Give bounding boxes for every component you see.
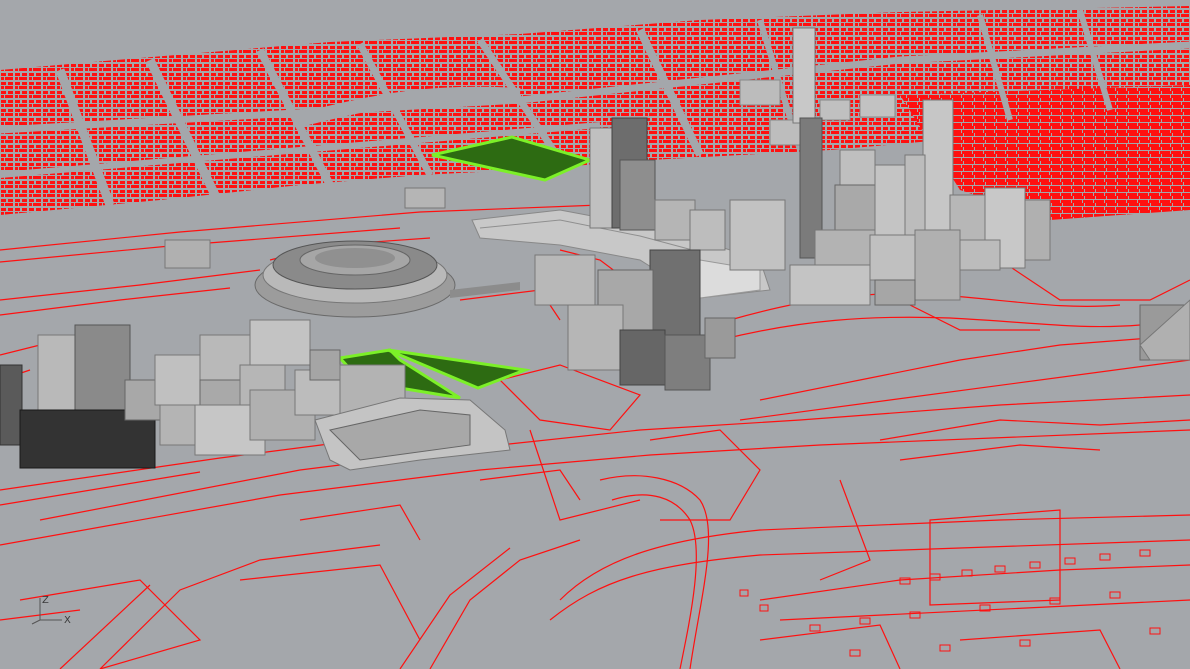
rhino-perspective-viewport[interactable]: Z X (0, 0, 1190, 669)
stadium[interactable] (254, 240, 520, 318)
small-footprints (739, 549, 1161, 657)
viewport-3d-scene[interactable] (0, 0, 1190, 669)
world-axes-icon: Z X (31, 595, 71, 626)
axis-z-label: Z (42, 595, 49, 606)
axis-x-label: X (64, 615, 71, 626)
